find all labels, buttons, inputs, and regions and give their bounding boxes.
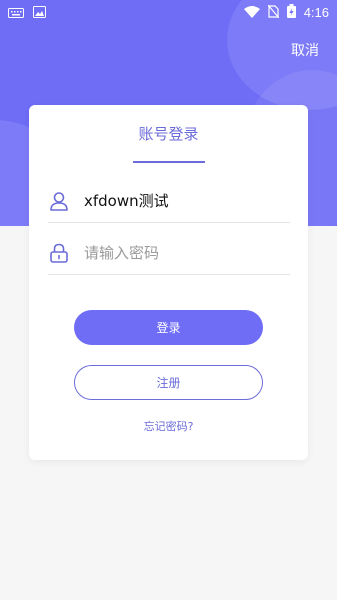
title-underline [133, 161, 205, 163]
login-title: 账号登录 [138, 125, 199, 143]
cancel-button[interactable]: 取消 [291, 40, 319, 60]
battery-charging-icon [286, 3, 296, 22]
username-field [48, 179, 290, 223]
login-button[interactable]: 登录 [74, 310, 263, 345]
login-card: 账号登录 登录 注册 忘记密码? [29, 105, 308, 460]
forgot-password-link[interactable]: 忘记密码? [29, 418, 308, 434]
no-sim-icon [267, 3, 280, 22]
register-button[interactable]: 注册 [74, 365, 263, 400]
image-icon [33, 3, 46, 22]
keyboard-icon [8, 3, 24, 22]
status-bar: 4:16 [0, 0, 337, 24]
username-input[interactable] [84, 191, 274, 210]
password-field [48, 231, 290, 275]
wifi-icon [243, 3, 260, 22]
password-input[interactable] [84, 243, 274, 262]
user-icon [48, 190, 70, 212]
lock-icon [48, 242, 70, 264]
status-time: 4:16 [303, 4, 329, 20]
